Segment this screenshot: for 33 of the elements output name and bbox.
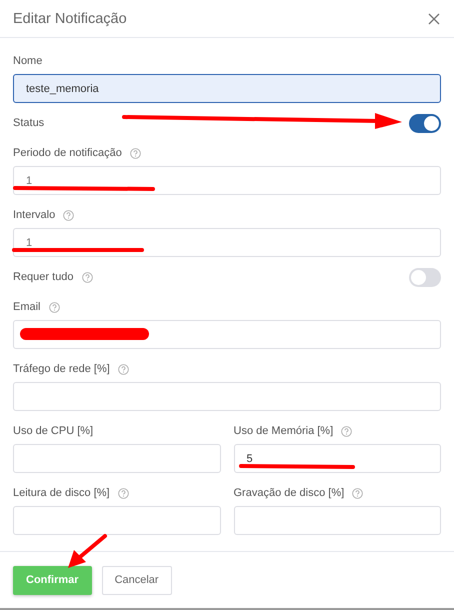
input-field[interactable] [13, 444, 220, 473]
input-field[interactable]: 5 [234, 444, 441, 473]
input-field[interactable] [13, 506, 220, 535]
help-icon[interactable] [118, 364, 129, 374]
toggle-switch[interactable] [409, 268, 441, 286]
field-label: Email [13, 301, 41, 313]
field-label: Uso de Memória [%] [234, 425, 334, 437]
input-field[interactable] [13, 382, 441, 411]
field-label: Leitura de disco [%] [13, 487, 110, 499]
help-icon[interactable] [130, 148, 141, 158]
input-field[interactable] [234, 506, 441, 535]
help-icon[interactable] [48, 302, 60, 312]
field-label: Intervalo [13, 209, 56, 221]
toggle-switch[interactable] [409, 114, 441, 132]
annotation-arrow [68, 534, 107, 568]
input-field[interactable]: 1 [13, 228, 441, 257]
field-label: Uso de CPU [%] [13, 425, 94, 437]
dialog-title: Editar Notificação [13, 10, 127, 26]
field-label: Gravação de disco [%] [234, 487, 344, 499]
field-label: Tráfego de rede [%] [13, 363, 110, 375]
field-label: Nome [13, 55, 42, 67]
help-icon[interactable] [341, 426, 352, 436]
field-label: Status [13, 117, 44, 129]
field-label: Requer tudo [13, 271, 74, 283]
input-field[interactable]: teste_memoria [13, 74, 441, 103]
cancel-button[interactable]: Cancelar [102, 566, 172, 594]
help-icon[interactable] [63, 210, 74, 220]
field-label: Periodo de notificação [13, 147, 122, 159]
help-icon[interactable] [352, 488, 364, 498]
close-icon[interactable] [428, 12, 440, 24]
help-icon[interactable] [118, 488, 129, 498]
input-field[interactable]: 1 [13, 166, 441, 195]
help-icon[interactable] [82, 272, 93, 282]
